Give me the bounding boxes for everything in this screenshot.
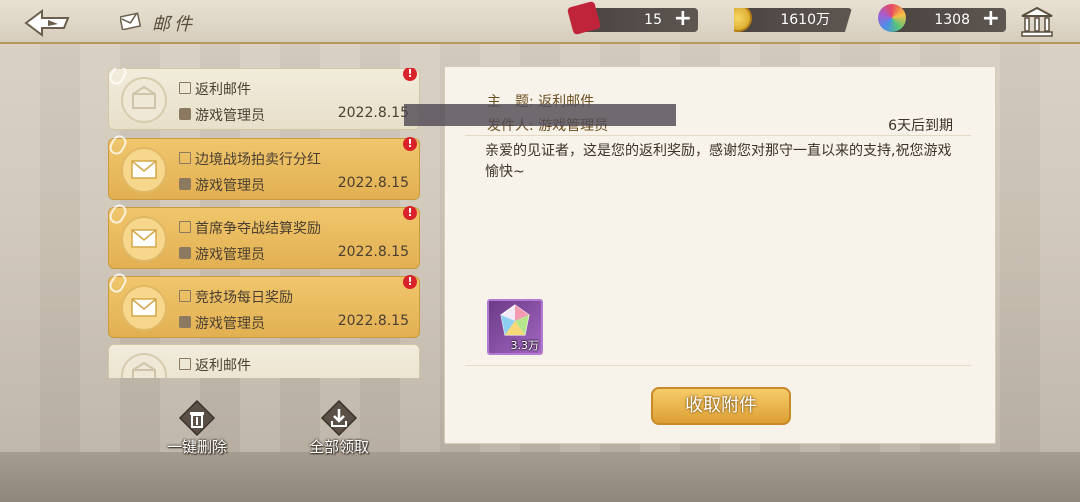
envelope-icon: [121, 216, 167, 262]
mail-date: 2022.8.15: [337, 313, 409, 329]
resource-gem: 1308 +: [878, 4, 1006, 32]
mail-sender: 游戏管理员: [195, 108, 265, 124]
alert-icon: !: [403, 275, 417, 289]
mail-body: 亲爱的见证者，这是您的返利奖励，感谢您对那守一直以来的支持,祝您游戏愉快~: [485, 143, 952, 180]
mail-item[interactable]: 竞技场每日奖励 游戏管理员 2022.8.15 !: [108, 270, 420, 338]
claim-all-button[interactable]: 全部领取: [294, 399, 384, 456]
mail-list[interactable]: 返利邮件 游戏管理员 2022.8.15 ! 边境战场拍卖行分红 游戏管理员 2…: [108, 68, 420, 378]
mail-sender: 游戏管理员: [195, 316, 265, 332]
mail-item[interactable]: 返利邮件: [108, 344, 420, 378]
expiry-text: 6天后到期: [888, 118, 953, 134]
delete-all-label: 一键删除: [166, 438, 227, 456]
delete-all-button[interactable]: 一键删除: [152, 399, 242, 456]
alert-icon: !: [403, 68, 417, 81]
sender-icon: [179, 247, 191, 259]
divider: [465, 135, 971, 136]
subject-icon: [179, 290, 191, 302]
subject-icon: [179, 152, 191, 164]
subject-icon: [179, 221, 191, 233]
top-bar: 邮件 15 + 1610万 1308 +: [0, 0, 1080, 44]
page-title: 邮件: [152, 14, 196, 35]
mail-item[interactable]: 边境战场拍卖行分红 游戏管理员 2022.8.15 !: [108, 132, 420, 200]
envelope-icon: [121, 285, 167, 331]
rainbow-gem-icon: [878, 4, 906, 32]
mail-item[interactable]: 返利邮件 游戏管理员 2022.8.15 !: [108, 68, 420, 130]
subject-icon: [179, 358, 191, 370]
divider: [465, 365, 971, 366]
collect-attachment-button[interactable]: 收取附件: [651, 387, 791, 425]
trash-icon: [178, 399, 216, 437]
subject-icon: [179, 82, 191, 94]
mail-item[interactable]: 首席争夺战结算奖励 游戏管理员 2022.8.15 !: [108, 201, 420, 269]
envelope-icon: [121, 147, 167, 193]
sender-icon: [179, 178, 191, 190]
resource-ticket: 15 +: [566, 0, 698, 36]
add-ticket-button[interactable]: +: [674, 8, 692, 30]
overlay-highlight: [404, 104, 676, 126]
attachment-item[interactable]: 3.3万: [487, 299, 543, 355]
mail-subject: 首席争夺战结算奖励: [195, 221, 321, 237]
sender-icon: [179, 316, 191, 328]
back-button[interactable]: [24, 8, 72, 38]
mail-date: 2022.8.15: [337, 244, 409, 260]
add-gem-button[interactable]: +: [982, 8, 1000, 30]
gold-coin-icon: [734, 8, 752, 32]
open-envelope-icon: [121, 77, 167, 123]
back-arrow-icon: [24, 9, 70, 37]
sender-icon: [179, 108, 191, 120]
gold-count: 1610万: [780, 12, 830, 28]
background-floor: [0, 452, 1080, 502]
ticket-count: 15: [644, 12, 662, 28]
resource-gold: 1610万: [734, 8, 852, 32]
attachment-count: 3.3万: [510, 339, 540, 352]
open-envelope-icon: [121, 353, 167, 378]
bank-icon[interactable]: [1020, 6, 1054, 38]
claim-all-label: 全部领取: [308, 438, 369, 456]
mail-sender: 游戏管理员: [195, 247, 265, 263]
mail-sender: 游戏管理员: [195, 178, 265, 194]
mail-subject: 边境战场拍卖行分红: [195, 152, 321, 168]
mail-title-icon: [119, 12, 142, 31]
mail-date: 2022.8.15: [337, 105, 409, 121]
ticket-icon: [566, 0, 602, 36]
gem-count: 1308: [934, 12, 970, 28]
download-icon: [320, 399, 358, 437]
alert-icon: !: [403, 137, 417, 151]
alert-icon: !: [403, 206, 417, 220]
mail-subject: 返利邮件: [195, 82, 251, 98]
mail-subject: 返利邮件: [195, 358, 251, 374]
mail-subject: 竞技场每日奖励: [195, 290, 293, 306]
mail-date: 2022.8.15: [337, 175, 409, 191]
